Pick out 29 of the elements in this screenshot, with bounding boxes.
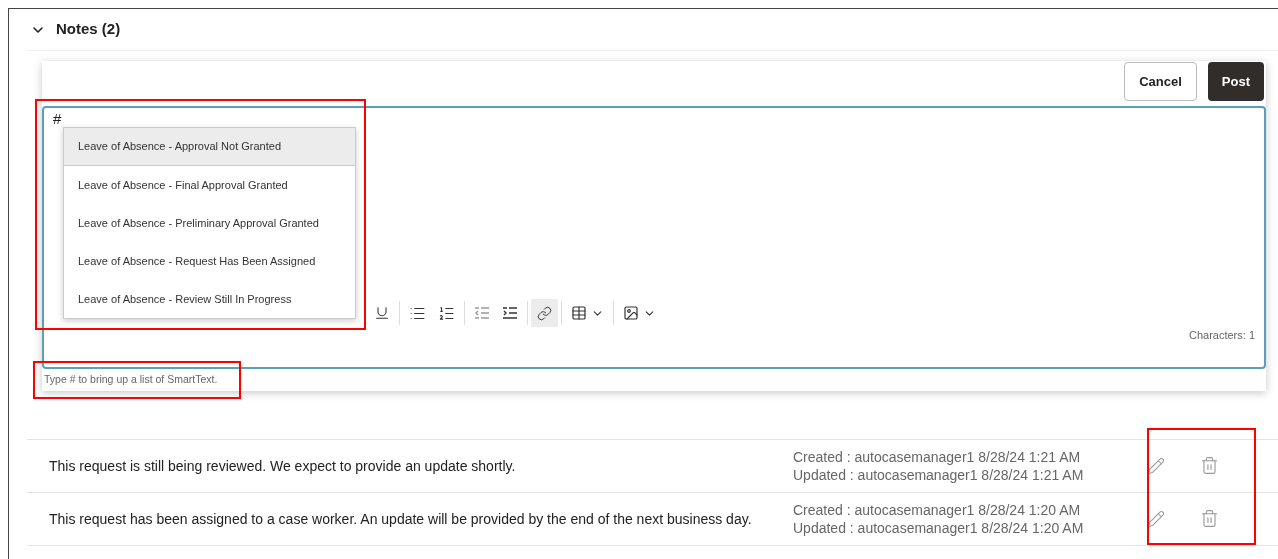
section-title: Notes (2) (56, 19, 121, 40)
numbered-list-icon (438, 304, 455, 322)
indent-icon (502, 305, 518, 321)
underline-icon (374, 305, 390, 321)
editor-text: # (53, 109, 63, 129)
cancel-button[interactable]: Cancel (1124, 62, 1197, 101)
created-info: Created : autocasemanager1 8/28/24 1:20 AM (793, 500, 1082, 519)
edit-icon[interactable] (1147, 456, 1165, 475)
menu-item[interactable]: Leave of Absence - Approval Not Granted (64, 128, 355, 166)
hint-text: Type # to bring up a list of SmartText. (44, 372, 219, 387)
character-count: Characters: 1 (1188, 327, 1255, 343)
menu-item[interactable]: Leave of Absence - Request Has Been Assigned (64, 242, 355, 280)
menu-item[interactable]: Leave of Absence - Preliminary Approval Granted (64, 204, 355, 242)
note-text: This request has been assigned to a case worker. An update will be provided by the end of the next business day. (49, 509, 753, 528)
outdent-icon (474, 305, 490, 321)
updated-info: Updated : autocasemanager1 8/28/24 1:21 AM (793, 465, 1085, 484)
updated-info: Updated : autocasemanager1 8/28/24 1:20 AM (793, 518, 1085, 537)
delete-icon[interactable] (1200, 509, 1219, 529)
link-icon (537, 305, 552, 321)
image-icon (623, 305, 639, 321)
table-icon (571, 305, 587, 321)
delete-icon[interactable] (1200, 456, 1219, 476)
note-text: This request is still being reviewed. We expect to provide an update shortly. (49, 456, 517, 475)
link-button[interactable] (531, 299, 558, 327)
created-info: Created : autocasemanager1 8/28/24 1:21 AM (793, 447, 1082, 466)
edit-icon[interactable] (1147, 509, 1165, 528)
post-button[interactable]: Post (1207, 62, 1264, 101)
menu-item[interactable]: Leave of Absence - Final Approval Granted (64, 166, 355, 204)
menu-item[interactable]: Leave of Absence - Review Still In Progress (64, 280, 355, 318)
